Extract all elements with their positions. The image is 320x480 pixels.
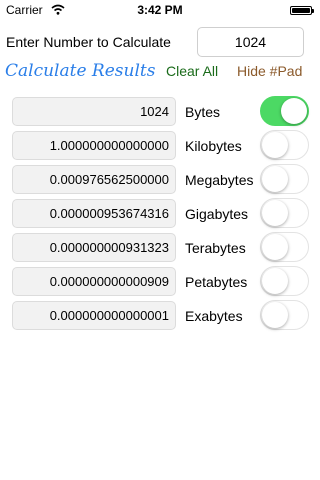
hide-keypad-button[interactable]: Hide #Pad bbox=[237, 63, 302, 79]
result-row-terabytes: 0.000000000931323 Terabytes bbox=[0, 232, 320, 263]
status-bar: Carrier 3:42 PM bbox=[0, 0, 320, 20]
exabytes-label: Exabytes bbox=[185, 308, 243, 324]
petabytes-label: Petabytes bbox=[185, 274, 248, 290]
number-input[interactable] bbox=[197, 27, 304, 57]
gigabytes-label: Gigabytes bbox=[185, 206, 249, 222]
gigabytes-toggle[interactable] bbox=[260, 198, 309, 228]
clear-all-button[interactable]: Clear All bbox=[166, 63, 218, 79]
terabytes-label: Terabytes bbox=[185, 240, 246, 256]
toggle-knob bbox=[262, 268, 288, 294]
battery-icon bbox=[290, 6, 314, 15]
kilobytes-value[interactable]: 1.000000000000000 bbox=[12, 131, 176, 160]
result-row-megabytes: 0.000976562500000 Megabytes bbox=[0, 164, 320, 195]
exabytes-value[interactable]: 0.000000000000001 bbox=[12, 301, 176, 330]
result-row-petabytes: 0.000000000000909 Petabytes bbox=[0, 266, 320, 297]
bytes-label: Bytes bbox=[185, 104, 221, 120]
petabytes-value[interactable]: 0.000000000000909 bbox=[12, 267, 176, 296]
bytes-value[interactable]: 1024 bbox=[12, 97, 176, 126]
terabytes-toggle[interactable] bbox=[260, 232, 309, 262]
toggle-knob bbox=[262, 200, 288, 226]
exabytes-toggle[interactable] bbox=[260, 300, 309, 330]
toggle-knob bbox=[262, 166, 288, 192]
toggle-knob bbox=[262, 302, 288, 328]
status-time: 3:42 PM bbox=[137, 3, 183, 17]
petabytes-toggle[interactable] bbox=[260, 266, 309, 296]
result-row-exabytes: 0.000000000000001 Exabytes bbox=[0, 300, 320, 331]
bytes-toggle[interactable] bbox=[260, 96, 309, 126]
gigabytes-value[interactable]: 0.000000953674316 bbox=[12, 199, 176, 228]
result-row-kilobytes: 1.000000000000000 Kilobytes bbox=[0, 130, 320, 161]
megabytes-toggle[interactable] bbox=[260, 164, 309, 194]
megabytes-label: Megabytes bbox=[185, 172, 254, 188]
prompt-label: Enter Number to Calculate bbox=[6, 34, 171, 50]
toggle-knob bbox=[262, 234, 288, 260]
toggle-knob bbox=[262, 132, 288, 158]
calculate-results-button[interactable]: Calculate Results bbox=[5, 61, 155, 81]
toggle-knob bbox=[281, 98, 307, 124]
kilobytes-label: Kilobytes bbox=[185, 138, 242, 154]
terabytes-value[interactable]: 0.000000000931323 bbox=[12, 233, 176, 262]
result-row-gigabytes: 0.000000953674316 Gigabytes bbox=[0, 198, 320, 229]
kilobytes-toggle[interactable] bbox=[260, 130, 309, 160]
result-row-bytes: 1024 Bytes bbox=[0, 96, 320, 127]
megabytes-value[interactable]: 0.000976562500000 bbox=[12, 165, 176, 194]
